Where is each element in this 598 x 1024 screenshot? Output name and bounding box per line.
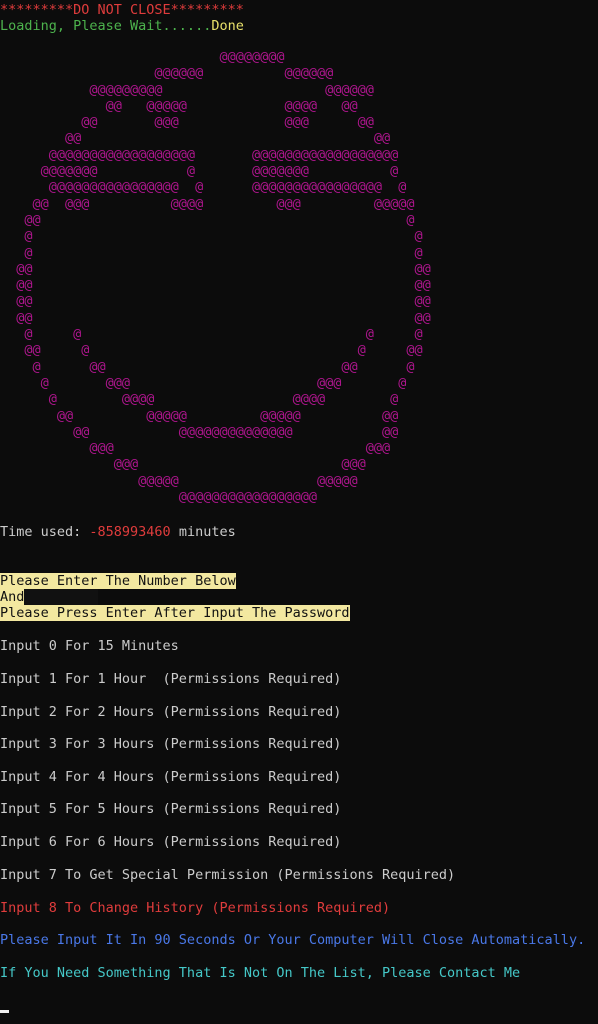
menu-item-0: Input 0 For 15 Minutes	[0, 638, 179, 654]
menu-item-6: Input 6 For 6 Hours (Permissions Require…	[0, 834, 342, 850]
contact-line: If You Need Something That Is Not On The…	[0, 965, 521, 981]
menu-item-8: Input 8 To Change History (Permissions R…	[0, 900, 391, 916]
instruction-line-2: And	[0, 589, 98, 606]
ascii-smiley-art: @@@@@@@@ @@@@@@ @@@@@@ @@@@@@@@@ @@@@@@ …	[16, 49, 431, 506]
time-used-label: Time used:	[0, 524, 90, 540]
loading-status: Done	[211, 18, 244, 34]
loading-line: Loading, Please Wait......Done	[0, 18, 244, 35]
instruction-text-1: Please Enter The Number Below	[0, 573, 236, 589]
time-used-unit: minutes	[170, 524, 236, 540]
loading-text: Loading, Please Wait......	[0, 18, 212, 34]
menu-item-1: Input 1 For 1 Hour (Permissions Required…	[0, 671, 342, 687]
menu-item-4: Input 4 For 4 Hours (Permissions Require…	[0, 769, 342, 785]
instruction-line-3: Please Press Enter After Input The Passw…	[0, 605, 350, 622]
do-not-close-warning: *********DO NOT CLOSE*********	[0, 2, 244, 18]
instruction-text-3: Please Press Enter After Input The Passw…	[0, 605, 350, 621]
time-used-value: -858993460	[89, 524, 171, 540]
timeout-warning: Please Input It In 90 Seconds Or Your Co…	[0, 932, 586, 948]
instruction-text-2: And	[0, 589, 25, 605]
console-cursor[interactable]	[0, 1010, 9, 1013]
menu-item-3: Input 3 For 3 Hours (Permissions Require…	[0, 736, 342, 752]
menu-item-2: Input 2 For 2 Hours (Permissions Require…	[0, 704, 342, 720]
time-used-line: Time used: -858993460 minutes	[0, 524, 236, 541]
menu-item-5: Input 5 For 5 Hours (Permissions Require…	[0, 801, 342, 817]
instruction-line-1: Please Enter The Number Below	[0, 573, 236, 590]
menu-item-7: Input 7 To Get Special Permission (Permi…	[0, 867, 456, 883]
instruction-dark-block	[24, 589, 98, 605]
